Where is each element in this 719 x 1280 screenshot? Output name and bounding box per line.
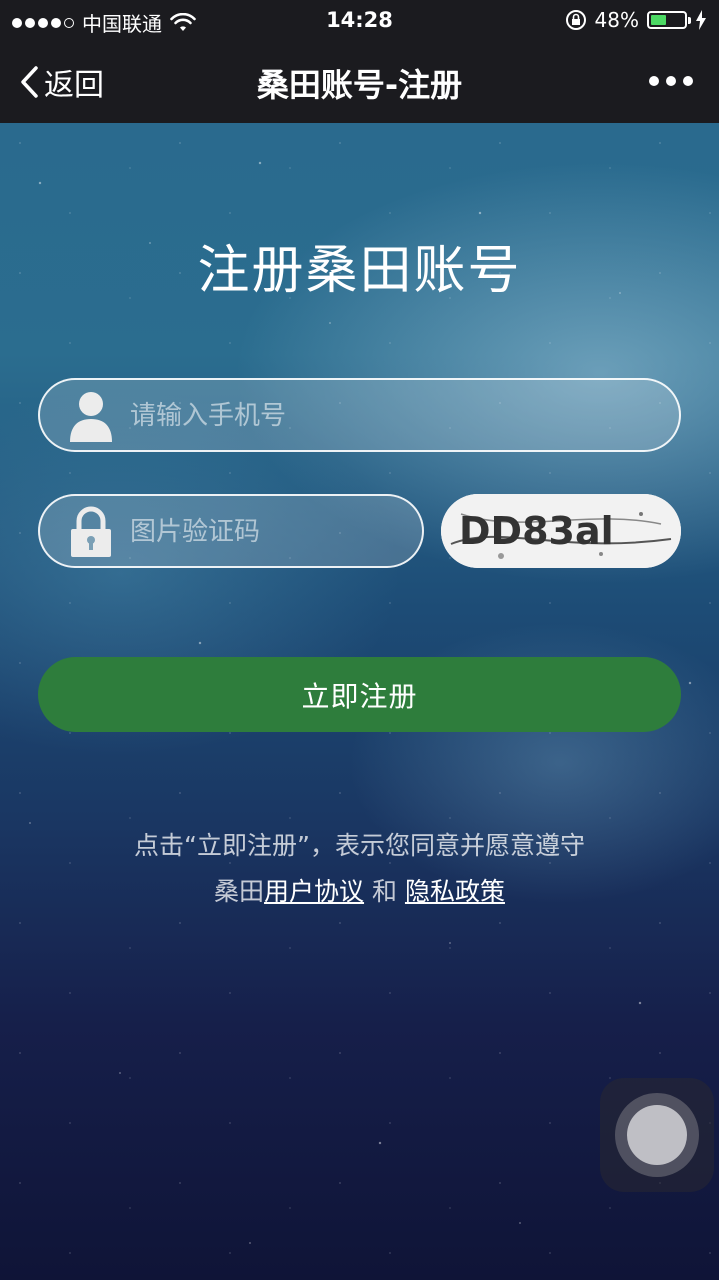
- captcha-field[interactable]: [38, 494, 424, 568]
- captcha-image[interactable]: DD83al: [441, 494, 681, 568]
- status-bar-right: 48%: [565, 8, 707, 32]
- terms-and: 和: [364, 877, 405, 906]
- orientation-lock-icon: [565, 10, 586, 30]
- user-agreement-link[interactable]: 用户协议: [264, 877, 364, 906]
- nav-bar: 返回 桑田账号-注册: [0, 40, 719, 123]
- privacy-policy-link[interactable]: 隐私政策: [405, 877, 505, 906]
- status-bar: 中国联通 14:28 48%: [0, 0, 719, 40]
- terms-line-1: 点击“立即注册”，表示您同意并愿意遵守: [134, 831, 585, 860]
- captcha-input[interactable]: [128, 496, 404, 568]
- register-button-label: 立即注册: [301, 679, 418, 713]
- user-icon: [70, 392, 112, 442]
- page-title: 注册桑田账号: [197, 241, 522, 301]
- phone-field[interactable]: [38, 378, 681, 452]
- battery-fill: [651, 15, 667, 25]
- assistive-touch-button[interactable]: [600, 1078, 714, 1192]
- lock-icon: [71, 506, 111, 557]
- captcha-graphic: DD83al: [441, 494, 681, 568]
- captcha-text: DD83al: [459, 509, 614, 553]
- more-dots-icon[interactable]: [649, 76, 693, 86]
- phone-input[interactable]: [128, 380, 661, 452]
- terms-prefix: 桑田: [214, 877, 265, 906]
- main-content: 注册桑田账号 DD83al 立即注册: [0, 123, 719, 1280]
- nav-title: 桑田账号-注册: [256, 66, 463, 104]
- register-button[interactable]: 立即注册: [38, 657, 681, 732]
- battery-icon: [647, 11, 691, 29]
- charging-bolt-icon: [696, 10, 706, 30]
- battery-percent: 48%: [594, 8, 639, 32]
- terms-notice: 点击“立即注册”，表示您同意并愿意遵守 桑田用户协议 和 隐私政策: [0, 823, 719, 915]
- terms-line-2: 桑田用户协议 和 隐私政策: [0, 869, 719, 915]
